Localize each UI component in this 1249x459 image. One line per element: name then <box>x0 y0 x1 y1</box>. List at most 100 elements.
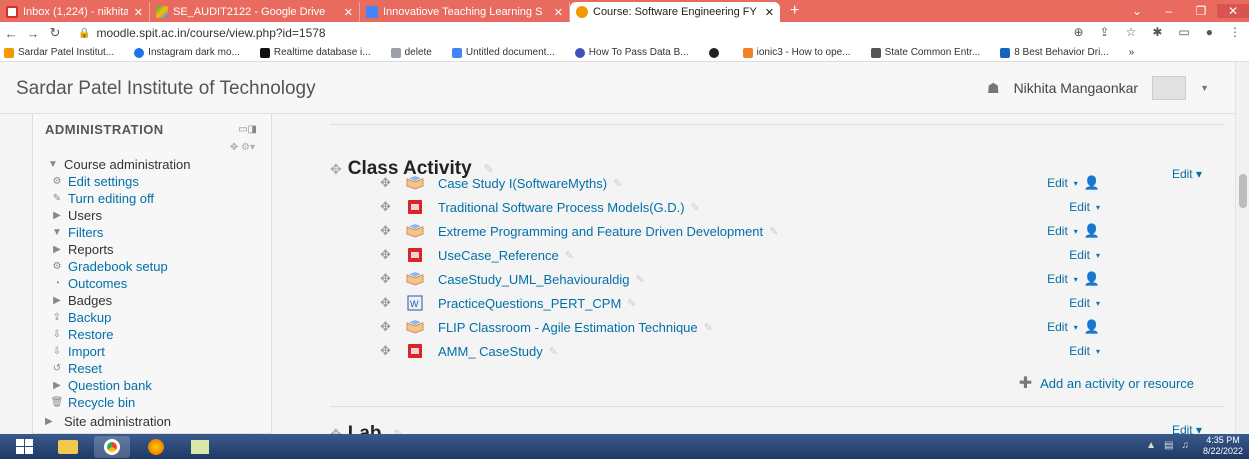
move-icon[interactable]: ✥ <box>380 175 394 191</box>
block-actions-icon[interactable]: ✥ ⚙▾ <box>230 142 255 153</box>
activity-edit-menu[interactable]: Edit ▾ <box>1069 344 1100 358</box>
move-icon[interactable]: ✥ <box>380 295 394 311</box>
back-icon[interactable]: ← <box>0 26 22 41</box>
close-icon[interactable]: ✕ <box>554 6 563 19</box>
forward-icon[interactable]: → <box>22 26 44 41</box>
bookmark-item[interactable]: delete <box>390 47 432 58</box>
admin-item-question-bank[interactable]: ▶ Question bank <box>45 377 265 394</box>
admin-item-recycle-bin[interactable]: 🗑 Recycle bin <box>45 394 265 411</box>
site-name[interactable]: Sardar Patel Institute of Technology <box>16 78 316 100</box>
close-window-icon[interactable]: ✕ <box>1217 4 1249 18</box>
activity-edit-menu[interactable]: Edit ▾ 👤 <box>1047 223 1100 239</box>
start-button[interactable] <box>6 436 42 458</box>
star-icon[interactable]: ☆ <box>1126 25 1137 39</box>
assign-roles-icon[interactable]: 👤 <box>1084 175 1100 191</box>
menu-icon[interactable]: ⋮ <box>1229 25 1241 39</box>
close-icon[interactable]: ✕ <box>134 6 143 19</box>
move-icon[interactable]: ✥ <box>380 223 394 239</box>
bookmark-item[interactable]: ionic3 - How to ope... <box>742 47 851 58</box>
tab-moodle-course[interactable]: Course: Software Engineering FY ✕ <box>570 2 780 22</box>
dock-icon[interactable]: ▭◨ <box>238 124 257 135</box>
activity-link[interactable]: UseCase_Reference <box>438 248 559 263</box>
admin-item-badges[interactable]: ▶ Badges <box>45 292 265 309</box>
pencil-icon[interactable]: ✎ <box>691 201 700 214</box>
move-icon[interactable]: ✥ <box>380 199 394 215</box>
firefox-button[interactable] <box>138 436 174 458</box>
bookmark-item[interactable]: How To Pass Data B... <box>574 47 689 58</box>
chrome-button[interactable] <box>94 435 130 458</box>
pencil-icon[interactable]: ✎ <box>769 225 778 238</box>
extensions-icon[interactable]: ✱ <box>1152 25 1162 39</box>
assign-roles-icon[interactable]: 👤 <box>1084 319 1100 335</box>
page-scrollbar[interactable] <box>1235 62 1249 434</box>
activity-edit-menu[interactable]: Edit ▾ 👤 <box>1047 175 1100 191</box>
bookmark-item[interactable]: Realtime database i... <box>259 47 371 58</box>
more-bookmarks[interactable]: » <box>1129 47 1135 58</box>
activity-link[interactable]: FLIP Classroom - Agile Estimation Techni… <box>438 320 698 335</box>
admin-item-reports[interactable]: ▶ Reports <box>45 241 265 258</box>
user-menu[interactable]: ☗ Nikhita Mangaonkar ▼ <box>987 76 1209 100</box>
messages-icon[interactable]: ☗ <box>987 80 1000 97</box>
admin-item-filters[interactable]: ▼ Filters <box>45 224 265 241</box>
admin-item-restore[interactable]: ⇩ Restore <box>45 326 265 343</box>
move-icon[interactable]: ✥ <box>380 319 394 335</box>
profile-icon[interactable]: ● <box>1206 25 1213 39</box>
admin-item-backup[interactable]: ⇪ Backup <box>45 309 265 326</box>
network-icon[interactable]: ▤ <box>1164 440 1173 451</box>
bookmark-item[interactable]: Sardar Patel Institut... <box>4 47 114 58</box>
activity-link[interactable]: CaseStudy_UML_Behaviouraldig <box>438 272 630 287</box>
admin-item-users[interactable]: ▶ Users <box>45 207 265 224</box>
assign-roles-icon[interactable]: 👤 <box>1084 271 1100 287</box>
bookmark-item[interactable]: Instagram dark mo... <box>134 47 240 58</box>
admin-item-gradebook-setup[interactable]: ⚙ Gradebook setup <box>45 258 265 275</box>
admin-item-reset[interactable]: ↺ Reset <box>45 360 265 377</box>
activity-link[interactable]: PracticeQuestions_PERT_CPM <box>438 296 621 311</box>
tab-google-docs[interactable]: Innovatiove Teaching Learning S ✕ <box>360 2 570 22</box>
pencil-icon[interactable]: ✎ <box>613 177 622 190</box>
activity-edit-menu[interactable]: Edit ▾ <box>1069 248 1100 262</box>
bookmark-item[interactable] <box>708 47 723 58</box>
share-icon[interactable]: ⇪ <box>1100 25 1110 39</box>
move-icon[interactable]: ✥ <box>380 271 394 287</box>
activity-link[interactable]: AMM_ CaseStudy <box>438 344 543 359</box>
maximize-icon[interactable]: ❐ <box>1185 4 1217 18</box>
activity-link[interactable]: Extreme Programming and Feature Driven D… <box>438 224 763 239</box>
tab-google-drive[interactable]: SE_AUDIT2122 - Google Drive ✕ <box>150 2 360 22</box>
pencil-icon[interactable]: ✎ <box>565 249 574 262</box>
bookmark-item[interactable]: State Common Entr... <box>870 47 980 58</box>
activity-edit-menu[interactable]: Edit ▾ <box>1069 296 1100 310</box>
move-icon[interactable]: ✥ <box>330 161 342 178</box>
course-administration[interactable]: ▼ Course administration <box>45 156 265 173</box>
reload-icon[interactable]: ↻ <box>44 25 66 41</box>
pencil-icon[interactable]: ✎ <box>636 273 645 286</box>
activity-link[interactable]: Traditional Software Process Models(G.D.… <box>438 200 685 215</box>
minimize-icon[interactable]: – <box>1153 4 1185 18</box>
move-icon[interactable]: ✥ <box>380 343 394 359</box>
bookmark-item[interactable]: Untitled document... <box>451 47 555 58</box>
zoom-icon[interactable]: ⊕ <box>1073 25 1083 39</box>
bookmark-item[interactable]: 8 Best Behavior Dri... <box>1000 47 1109 58</box>
activity-link[interactable]: Case Study I(SoftwareMyths) <box>438 176 607 191</box>
clock[interactable]: 4:35 PM 8/22/2022 <box>1203 435 1243 457</box>
move-icon[interactable]: ✥ <box>380 247 394 263</box>
add-activity-button[interactable]: ✚ Add an activity or resource <box>1019 373 1194 393</box>
scrollbar-thumb[interactable] <box>1239 174 1247 208</box>
new-tab-button[interactable]: + <box>780 2 809 22</box>
tab-gmail[interactable]: Inbox (1,224) - nikhita.mangaonk ✕ <box>0 2 150 22</box>
close-icon[interactable]: ✕ <box>344 6 353 19</box>
tray-arrow-icon[interactable]: ▲ <box>1146 440 1156 451</box>
admin-item-outcomes[interactable]: ◔ Outcomes <box>45 275 265 292</box>
activity-edit-menu[interactable]: Edit ▾ 👤 <box>1047 319 1100 335</box>
pencil-icon[interactable]: ✎ <box>704 321 713 334</box>
sidepanel-icon[interactable]: ▭ <box>1178 25 1189 39</box>
app-button[interactable] <box>182 436 218 458</box>
assign-roles-icon[interactable]: 👤 <box>1084 223 1100 239</box>
url-field[interactable]: 🔒 moodle.spit.ac.in/course/view.php?id=1… <box>78 26 326 40</box>
site-administration[interactable]: ▶ Site administration <box>45 414 171 429</box>
close-icon[interactable]: ✕ <box>765 6 774 19</box>
section-edit-menu[interactable]: Edit ▾ <box>1172 167 1202 181</box>
tab-search-icon[interactable]: ⌄ <box>1121 4 1153 18</box>
admin-item-turn-editing-off[interactable]: ✎ Turn editing off <box>45 190 265 207</box>
admin-item-import[interactable]: ⇩ Import <box>45 343 265 360</box>
pencil-icon[interactable]: ✎ <box>549 345 558 358</box>
